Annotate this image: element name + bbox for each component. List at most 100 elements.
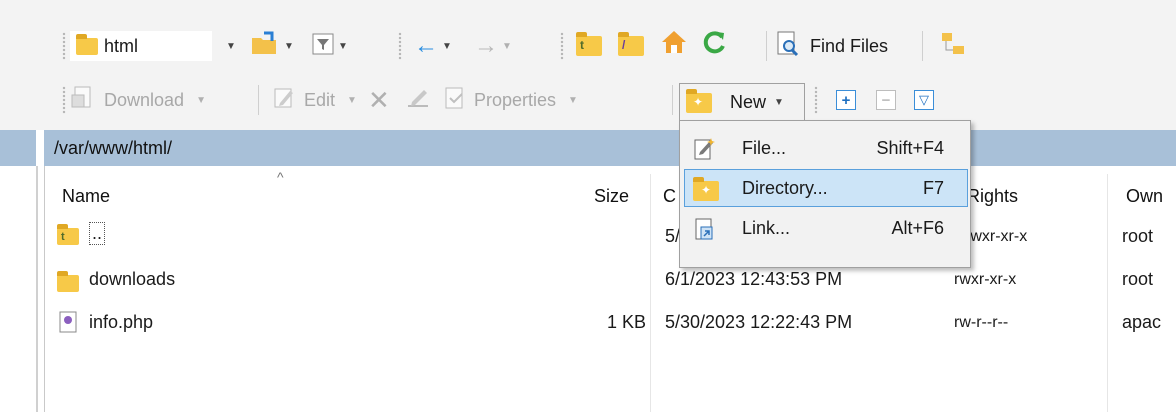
chevron-down-icon: ▼ [347, 94, 357, 106]
refresh-icon [700, 28, 728, 61]
parent-directory-icon: t [576, 32, 602, 56]
menu-item-shortcut: Alt+F6 [891, 218, 944, 238]
column-header-rights[interactable]: Rights [967, 186, 1018, 207]
file-owner: apac [1122, 312, 1162, 332]
file-changed: 5/ [665, 226, 681, 246]
edit-label: Edit [304, 89, 336, 110]
download-icon [70, 85, 96, 116]
file-changed: 6/1/2023 12:43:53 PM [665, 269, 843, 289]
download-label: Download [104, 89, 185, 110]
file-name: info.php [89, 312, 154, 332]
find-files-label: Find Files [810, 35, 889, 56]
menu-item-label: Directory... [742, 178, 828, 198]
open-folder-icon [250, 31, 280, 62]
properties-label: Properties [474, 89, 557, 110]
toolbar-separator [672, 85, 673, 115]
tree-icon [940, 31, 966, 62]
current-path: /var/www/html/ [54, 137, 173, 158]
chevron-down-icon: ▼ [196, 94, 206, 106]
column-header-owner[interactable]: Own [1126, 186, 1163, 207]
toolbar-grip[interactable] [560, 32, 564, 60]
select-all-icon: ▽ [914, 90, 934, 110]
tree-view-button[interactable] [940, 30, 966, 62]
find-files-button[interactable]: Find Files [776, 30, 888, 62]
chevron-down-icon: ▼ [226, 40, 236, 52]
refresh-button[interactable] [700, 28, 728, 60]
chevron-down-icon: ▼ [284, 40, 294, 52]
parent-directory-button[interactable]: t [576, 30, 602, 62]
file-size: 1 KB [607, 312, 647, 332]
toolbar-grip[interactable] [814, 86, 818, 114]
rename-icon [406, 86, 432, 115]
file-rights: rw-r--r-- [954, 314, 1009, 331]
forward-button[interactable]: → ▼ [474, 30, 512, 62]
toolbar-separator [922, 31, 923, 61]
new-button[interactable]: ✦ New ▼ [679, 83, 805, 121]
delete-icon: ✕ [368, 84, 390, 115]
file-row-info-php[interactable]: info.php 1 KB 5/30/2023 12:22:43 PM rw-r… [45, 308, 1176, 338]
new-label: New [730, 92, 767, 112]
properties-button[interactable]: Properties ▼ [444, 84, 578, 116]
column-header-size[interactable]: Size [594, 186, 629, 207]
location-combo[interactable]: html [70, 31, 212, 61]
rename-button[interactable] [406, 84, 432, 116]
file-list[interactable]: ^ Name Size C Rights Own t .. 5/ rwxr-xr… [45, 166, 1176, 412]
new-file-icon [692, 137, 716, 166]
toolbar-separator [766, 31, 767, 61]
select-files-button[interactable]: + [836, 84, 856, 116]
new-menu: File... Shift+F4 ✦ Directory... F7 Link.… [679, 120, 971, 268]
chevron-down-icon: ▼ [442, 40, 452, 52]
toolbar-separator [258, 85, 259, 115]
chevron-down-icon: ▼ [338, 40, 348, 52]
open-directory-button[interactable]: ▼ [250, 30, 294, 62]
home-icon [660, 28, 688, 61]
chevron-down-icon: ▼ [502, 40, 512, 52]
invert-selection-button[interactable]: ▽ [914, 84, 934, 116]
path-bar[interactable]: /var/www/html/ [44, 130, 1176, 166]
back-button[interactable]: ← ▼ [414, 30, 452, 62]
menu-item-label: Link... [742, 218, 791, 238]
root-directory-button[interactable]: / [618, 30, 644, 62]
toolbar-grip[interactable] [398, 32, 402, 60]
file-owner: root [1122, 226, 1154, 246]
toolbar-grip[interactable] [62, 86, 66, 114]
forward-arrow-icon: → [474, 32, 498, 59]
delete-button[interactable]: ✕ [368, 84, 390, 116]
back-arrow-icon: ← [414, 32, 438, 59]
unselect-files-button[interactable]: − [876, 84, 896, 116]
pane-divider[interactable] [36, 166, 38, 412]
menu-item-shortcut: F7 [922, 178, 944, 198]
menu-item-label: File... [742, 138, 787, 158]
window-top [0, 0, 1176, 20]
file-row-downloads[interactable]: downloads 6/1/2023 12:43:53 PM rwxr-xr-x… [45, 265, 1176, 295]
menu-item-new-directory[interactable]: ✦ Directory... F7 [684, 169, 968, 207]
properties-icon [444, 86, 466, 115]
filter-icon [312, 33, 334, 60]
file-owner: root [1122, 269, 1154, 289]
location-dropdown-button[interactable]: ▼ [226, 30, 236, 62]
home-directory-button[interactable] [660, 28, 688, 60]
new-folder-icon: ✦ [686, 88, 712, 113]
plus-icon: + [836, 90, 856, 110]
folder-icon [76, 33, 98, 55]
download-button[interactable]: Download ▼ [70, 84, 206, 116]
filter-button[interactable]: ▼ [312, 30, 348, 62]
menu-item-shortcut: Shift+F4 [876, 138, 944, 158]
edit-button[interactable]: Edit ▼ [272, 84, 357, 116]
file-row-parent[interactable]: t .. 5/ rwxr-xr-x root [45, 222, 1176, 252]
root-directory-icon: / [618, 32, 644, 56]
column-header-name[interactable]: Name [62, 186, 110, 207]
left-pane-strip [0, 130, 36, 166]
location-combo-value: html [104, 35, 139, 56]
chevron-down-icon: ▼ [568, 94, 578, 106]
toolbar-area: html ▼ ▼ ▼ ← ▼ → ▼ t / Find Files Downlo… [0, 20, 1176, 130]
file-changed: 5/30/2023 12:22:43 PM [665, 312, 853, 332]
menu-item-new-file[interactable]: File... Shift+F4 [684, 129, 968, 167]
new-directory-icon: ✦ [693, 177, 719, 206]
file-rights: rwxr-xr-x [954, 271, 1017, 288]
column-header-changed[interactable]: C [663, 186, 676, 207]
chevron-down-icon: ▼ [774, 97, 784, 108]
menu-item-new-link[interactable]: Link... Alt+F6 [684, 209, 968, 247]
toolbar-grip[interactable] [62, 32, 66, 60]
sort-ascending-icon: ^ [277, 169, 284, 185]
